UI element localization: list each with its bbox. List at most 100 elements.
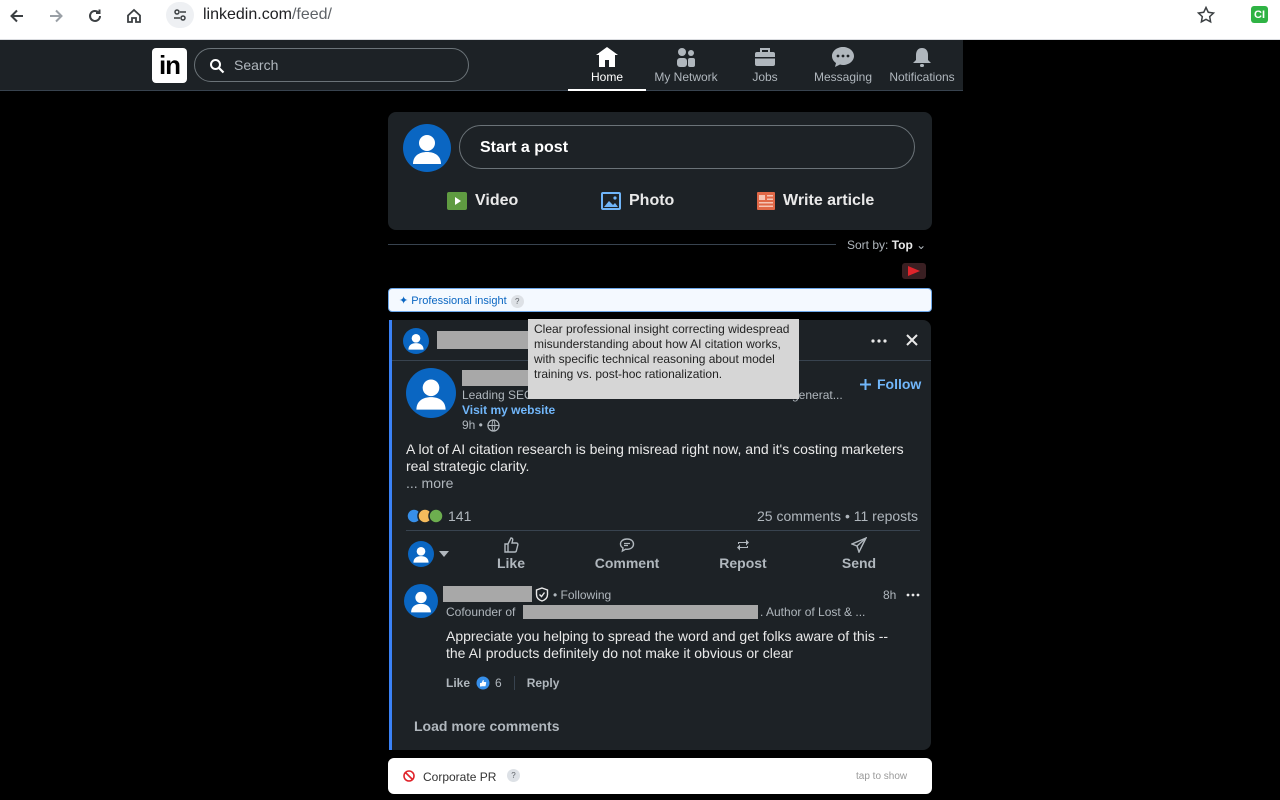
user-avatar[interactable] [403, 124, 451, 172]
redacted-commenter-name[interactable] [443, 586, 532, 602]
person-icon [408, 333, 424, 350]
post-body: A lot of AI citation research is being m… [406, 441, 904, 474]
photo-button[interactable]: Photo [601, 192, 674, 210]
author-avatar[interactable] [406, 368, 456, 418]
start-post-button[interactable]: Start a post [459, 125, 915, 169]
search-box[interactable] [194, 48, 469, 82]
visit-website-link[interactable]: Visit my website [462, 403, 555, 417]
address-bar[interactable]: linkedin.com/feed/ [203, 6, 332, 24]
photo-icon [601, 192, 621, 210]
globe-icon [487, 418, 500, 432]
share-box: Start a post Video Photo Write article [388, 112, 932, 230]
help-icon[interactable]: ? [510, 294, 524, 308]
sort-dropdown[interactable]: Sort by: Top ⌄ [847, 238, 926, 252]
bookmark-button[interactable] [1196, 5, 1216, 25]
linkedin-logo[interactable]: in [152, 48, 187, 83]
corporate-pr-collapsed-post[interactable]: Corporate PR ? tap to show [388, 758, 932, 794]
search-icon [210, 59, 225, 74]
author-headline: Leading SEO [462, 388, 534, 402]
send-button[interactable]: Send [819, 537, 899, 571]
load-more-comments-button[interactable]: Load more comments [414, 718, 559, 734]
video-icon [447, 192, 467, 210]
more-options-icon[interactable] [870, 332, 888, 350]
chevron-down-icon: ⌄ [916, 238, 927, 252]
reaction-identity-switcher[interactable] [408, 541, 449, 567]
back-button[interactable] [6, 5, 28, 27]
like-button[interactable]: Like [471, 537, 551, 571]
forward-button[interactable] [45, 5, 67, 27]
star-icon [1196, 5, 1216, 24]
reload-button[interactable] [84, 5, 106, 27]
follow-button[interactable]: Follow [859, 376, 921, 392]
thumbs-up-icon [504, 537, 519, 553]
bell-icon [913, 48, 931, 67]
comment-like-button[interactable]: Like [446, 676, 470, 690]
write-article-button[interactable]: Write article [757, 192, 874, 210]
comment-button[interactable]: Comment [587, 537, 667, 571]
reactions-count: 141 [448, 508, 472, 524]
divider [513, 676, 515, 690]
corporate-pr-label: Corporate PR [423, 770, 497, 784]
nav-messaging[interactable]: Messaging [804, 46, 882, 91]
close-icon[interactable] [904, 332, 920, 348]
prohibited-icon [403, 770, 415, 782]
person-icon [416, 379, 446, 410]
following-label: • Following [553, 588, 612, 602]
person-icon [413, 135, 441, 164]
commenter-headline-end: . Author of Lost & ... [760, 605, 866, 619]
flag-icon[interactable] [902, 263, 926, 279]
person-icon [413, 546, 429, 563]
professional-insight-label[interactable]: ✦ Professional insight? [388, 288, 932, 312]
network-icon [677, 48, 695, 67]
caret-down-icon [439, 551, 449, 557]
home-page-button[interactable] [123, 5, 145, 27]
house-icon [127, 8, 141, 23]
site-info-button[interactable] [166, 2, 194, 28]
like-reaction-icon [476, 676, 490, 690]
redacted-company [523, 605, 758, 619]
extension-icon[interactable]: CI [1251, 6, 1268, 23]
reply-button[interactable]: Reply [527, 676, 560, 690]
repost-icon [737, 539, 749, 551]
reactions-summary[interactable]: 141 [406, 508, 471, 524]
repost-button[interactable]: Repost [703, 537, 783, 571]
nav-home[interactable]: Home [568, 46, 646, 91]
help-icon[interactable]: ? [507, 769, 520, 782]
redacted-name [437, 331, 529, 349]
search-input[interactable] [234, 55, 454, 75]
person-icon [411, 591, 431, 613]
tap-to-show-hint: tap to show [856, 771, 908, 782]
comment-timestamp: 8h [883, 588, 897, 602]
tune-icon [174, 9, 186, 21]
linkedin-header: in Home My Network Jobs Messaging Notifi… [0, 40, 963, 91]
insight-tooltip: Clear professional insight correcting wi… [528, 319, 799, 399]
nav-my-network[interactable]: My Network [647, 46, 725, 91]
divider [406, 530, 920, 531]
comment-actions: Like 6 Reply [446, 676, 559, 690]
commenter-avatar[interactable] [404, 584, 438, 618]
article-icon [757, 192, 775, 210]
redacted-author-name[interactable] [462, 370, 528, 386]
video-button[interactable]: Video [447, 192, 518, 210]
divider [388, 244, 836, 245]
comment-text: Appreciate you helping to spread the wor… [446, 628, 889, 661]
commenter-headline: Cofounder of [446, 605, 516, 619]
messaging-icon [832, 47, 854, 67]
nav-jobs[interactable]: Jobs [726, 46, 804, 91]
nav-notifications[interactable]: Notifications [883, 46, 961, 91]
home-icon [596, 47, 618, 67]
briefcase-icon [755, 48, 775, 66]
author-headline-end: generat... [792, 388, 843, 402]
comment-icon [619, 538, 635, 553]
context-avatar[interactable] [403, 328, 429, 354]
send-icon [851, 537, 867, 553]
plus-icon [860, 378, 871, 390]
post-timestamp: 9h • [462, 418, 500, 432]
comment-more-icon[interactable] [905, 588, 921, 602]
browser-toolbar: linkedin.com/feed/ CI [0, 0, 1280, 40]
arrow-left-icon [10, 9, 23, 23]
arrow-right-icon [50, 9, 63, 23]
comments-reposts-count[interactable]: 25 comments • 11 reposts [757, 508, 918, 524]
see-more-link[interactable]: ... more [406, 475, 453, 491]
reactions-icon [406, 508, 444, 524]
